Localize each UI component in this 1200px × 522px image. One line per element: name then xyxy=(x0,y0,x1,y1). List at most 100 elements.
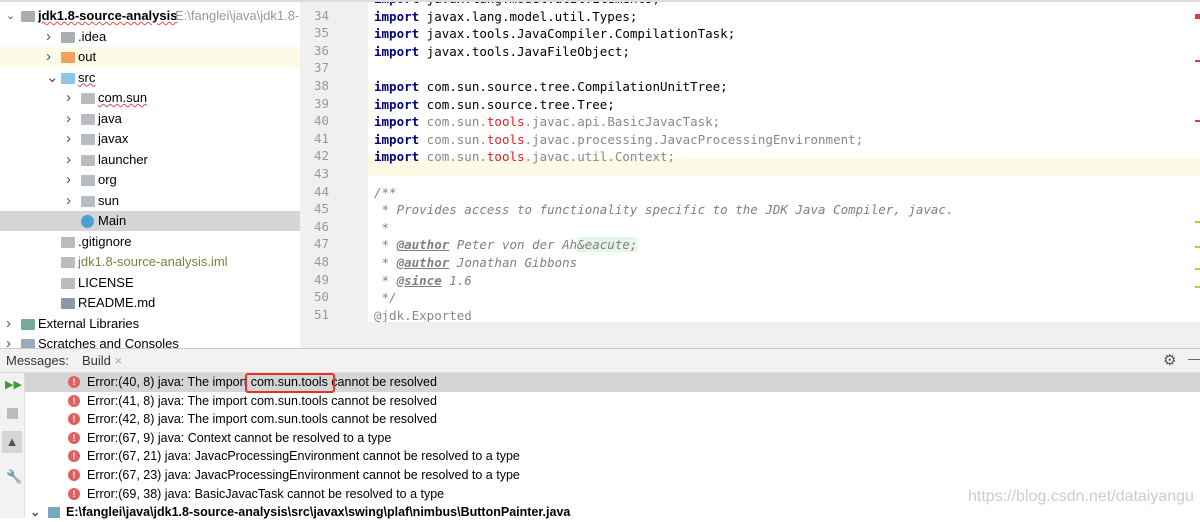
code-token: import xyxy=(374,131,420,147)
tree-item-external-libraries[interactable]: › External Libraries xyxy=(0,314,300,334)
stop-icon[interactable] xyxy=(7,408,18,419)
code-line[interactable]: import com.sun.tools.javac.util.Context; xyxy=(374,148,675,166)
tree-item-main[interactable]: Main xyxy=(0,211,300,231)
tree-item-com-sun[interactable]: › com.sun xyxy=(0,88,300,108)
code-line[interactable]: * xyxy=(374,219,390,237)
error-text: Error:(41, 8) java: The import com.sun.t… xyxy=(87,393,437,408)
code-token: import xyxy=(374,8,420,24)
tab-build[interactable]: Build × xyxy=(82,353,122,368)
tree-item-label: Scratches and Consoles xyxy=(38,336,179,348)
tree-item-scratches-and-consoles[interactable]: › Scratches and Consoles xyxy=(0,334,300,348)
line-number: 33 xyxy=(314,2,329,5)
tree-root[interactable]: ⌄ jdk1.8-source-analysis E:\fanglei\java… xyxy=(0,6,300,26)
code-token: @since xyxy=(396,272,442,288)
error-message-row[interactable]: ! Error:(40, 8) java: The import com.sun.… xyxy=(25,373,1200,392)
tree-item-label: .gitignore xyxy=(78,233,132,249)
chevron-right-icon[interactable]: › xyxy=(66,88,76,108)
tree-item-org[interactable]: › org xyxy=(0,170,300,190)
error-text: Error:(69, 38) java: BasicJavacTask cann… xyxy=(87,486,445,501)
code-line[interactable]: import javax.tools.JavaFileObject; xyxy=(374,43,630,61)
chevron-right-icon[interactable]: › xyxy=(46,27,56,47)
close-icon[interactable]: × xyxy=(115,353,123,368)
code-line[interactable]: import javax.lang.model.util.Types; xyxy=(374,8,637,26)
error-message-row[interactable]: ! Error:(67, 23) java: JavacProcessingEnv… xyxy=(25,466,1200,485)
chevron-right-icon[interactable]: › xyxy=(6,314,16,334)
chevron-right-icon[interactable]: › xyxy=(46,47,56,67)
chevron-right-icon[interactable]: › xyxy=(66,109,76,129)
chevron-down-icon[interactable]: ⌄ xyxy=(6,6,16,26)
code-token: com.sun. xyxy=(419,131,487,147)
tab-label: Build xyxy=(82,353,111,368)
highlight-box xyxy=(245,373,335,393)
line-number: 35 xyxy=(314,25,330,41)
chevron-right-icon[interactable]: › xyxy=(66,170,76,190)
code-line[interactable]: * @author Peter von der Ah&eacute; xyxy=(374,236,638,254)
folder-excluded-icon xyxy=(61,52,75,63)
tree-item-label: out xyxy=(78,49,97,64)
tree-item-src[interactable]: ⌄ src xyxy=(0,68,300,88)
code-token: 1.6 xyxy=(441,272,472,288)
error-icon: ! xyxy=(68,487,80,500)
rerun-icon[interactable]: ▶▶ xyxy=(5,378,22,391)
scratches-icon xyxy=(21,339,35,348)
tree-item-jdk1-8-source-analysis-iml[interactable]: jdk1.8-source-analysis.iml xyxy=(0,252,300,272)
error-message-row[interactable]: ! Error:(67, 9) java: Context cannot be r… xyxy=(25,429,1200,448)
line-number: 39 xyxy=(314,95,330,111)
code-line[interactable]: import com.sun.tools.javac.processing.Ja… xyxy=(374,131,863,149)
line-number: 46 xyxy=(314,218,330,234)
watermark: https://blog.csdn.net/dataiyangu xyxy=(968,488,1194,505)
package-icon xyxy=(81,195,95,207)
tree-item-javax[interactable]: › javax xyxy=(0,129,300,149)
error-message-row[interactable]: ! Error:(41, 8) java: The import com.sun.… xyxy=(25,392,1200,411)
error-message-row[interactable]: ! Error:(67, 21) java: JavacProcessingEnv… xyxy=(25,447,1200,466)
line-number: 43 xyxy=(314,166,330,181)
code-token: com.sun. xyxy=(419,114,487,130)
code-line[interactable]: /** xyxy=(374,184,397,202)
code-line[interactable]: import com.sun.source.tree.CompilationUn… xyxy=(374,78,728,96)
tree-item-sun[interactable]: › sun xyxy=(0,191,300,211)
code-token: javax.lang.model.util.Types; xyxy=(419,8,638,24)
line-number: 34 xyxy=(314,7,330,23)
chevron-right-icon[interactable]: › xyxy=(6,334,16,348)
error-text: Error:(67, 23) java: JavacProcessingEnvi… xyxy=(87,468,520,482)
project-tree[interactable]: ⌄ jdk1.8-source-analysis E:\fanglei\java… xyxy=(0,0,300,348)
chevron-down-icon[interactable]: ⌄ xyxy=(46,68,59,88)
tree-item--gitignore[interactable]: .gitignore xyxy=(0,232,300,252)
wrench-icon[interactable]: 🔧 xyxy=(6,469,22,485)
code-line[interactable]: * @since 1.6 xyxy=(374,272,472,290)
code-token: * xyxy=(374,272,397,288)
tree-item-java[interactable]: › java xyxy=(0,109,300,129)
gear-icon[interactable]: ⚙ xyxy=(1163,351,1176,369)
tree-item-out[interactable]: › out xyxy=(0,47,300,67)
code-line[interactable]: import javax.lang.model.util.Elements; xyxy=(374,2,660,8)
code-token: com.sun. xyxy=(419,149,487,165)
code-token: import xyxy=(374,79,420,94)
warning-filter-icon[interactable]: ▲ xyxy=(2,431,22,453)
code-token: import xyxy=(374,26,420,42)
code-line[interactable]: */ xyxy=(374,289,397,307)
code-line[interactable]: * @author Jonathan Gibbons xyxy=(374,254,578,272)
code-token: import xyxy=(374,114,420,130)
chevron-right-icon[interactable]: › xyxy=(66,129,76,149)
warning-stripe-mark xyxy=(1195,221,1200,223)
chevron-right-icon[interactable]: › xyxy=(66,150,76,170)
tree-item-license[interactable]: LICENSE xyxy=(0,273,300,293)
code-line[interactable]: import com.sun.source.tree.Tree; xyxy=(374,96,615,114)
chevron-down-icon[interactable]: ⌄ xyxy=(30,503,40,522)
tree-item--idea[interactable]: › .idea xyxy=(0,27,300,47)
tree-item-readme-md[interactable]: README.md xyxy=(0,293,300,313)
code-editor[interactable]: import javax.lang.model.util.Elements;im… xyxy=(368,0,1200,330)
chevron-right-icon[interactable]: › xyxy=(66,191,76,211)
code-line[interactable]: import javax.tools.JavaCompiler.Compilat… xyxy=(374,25,735,43)
tree-item-label: java xyxy=(98,110,122,126)
code-line[interactable]: * Provides access to functionality speci… xyxy=(374,201,954,219)
code-token: com.sun.source.tree.CompilationUnitTree; xyxy=(419,79,728,94)
error-message-row[interactable]: ! Error:(42, 8) java: The import com.sun.… xyxy=(25,410,1200,429)
horizontal-scrollbar[interactable] xyxy=(300,322,1200,348)
tree-item-launcher[interactable]: › launcher xyxy=(0,150,300,170)
code-line[interactable]: import com.sun.tools.javac.api.BasicJava… xyxy=(374,113,720,131)
tree-item-label: Main xyxy=(98,213,127,228)
code-token: import xyxy=(374,43,420,59)
minimize-icon[interactable]: — xyxy=(1188,351,1200,366)
code-token: import xyxy=(374,149,420,165)
